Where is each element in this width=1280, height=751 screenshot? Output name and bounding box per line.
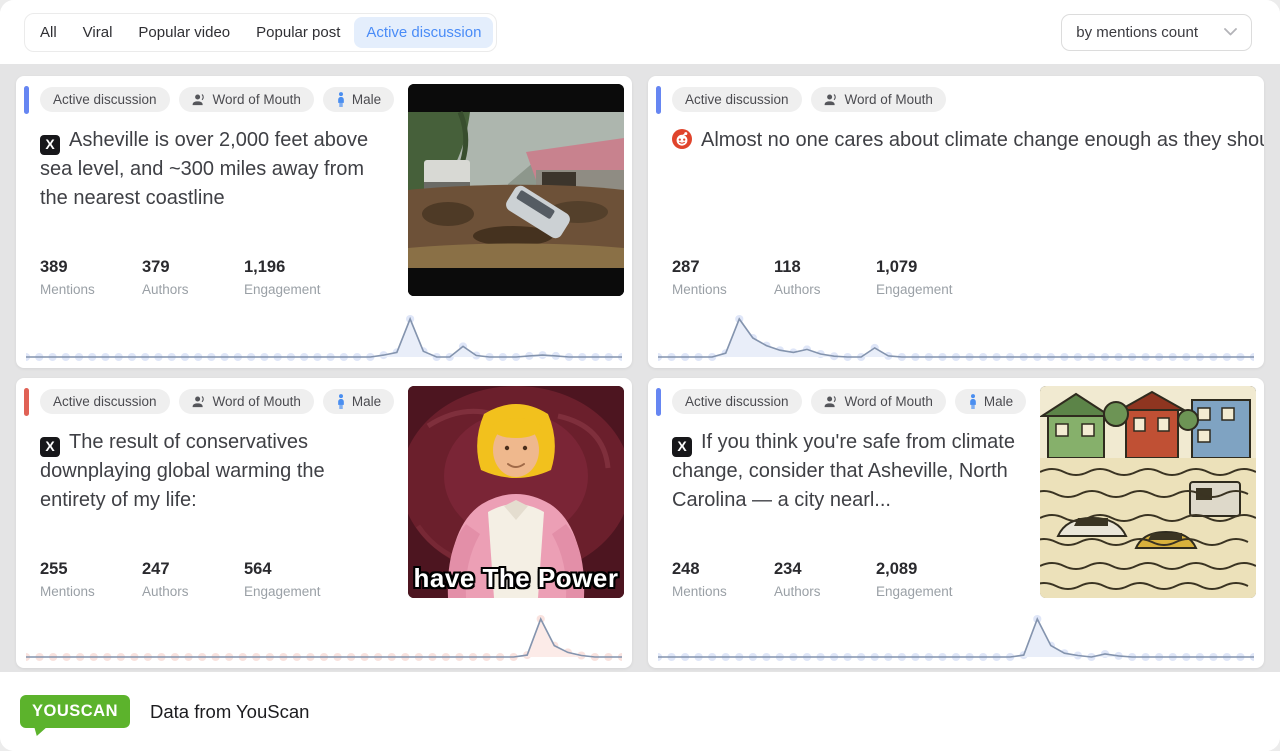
badge-row: Active discussion Word of Mouth Male [40, 389, 394, 414]
post-image-flood-photo[interactable] [408, 84, 624, 296]
badge-word-of-mouth: Word of Mouth [179, 389, 314, 414]
tab-viral[interactable]: Viral [71, 17, 125, 48]
tab-active-discussion[interactable]: Active discussion [354, 17, 493, 48]
badge-word-of-mouth: Word of Mouth [811, 389, 946, 414]
post-image-heman-meme[interactable]: have The Power [408, 386, 624, 598]
badge-row: Active discussion Word of Mouth Male [40, 87, 394, 112]
stat-mentions: 255Mentions [40, 560, 142, 599]
stat-engagement: 2,089Engagement [876, 560, 978, 599]
mentions-sparkline [26, 612, 622, 664]
male-icon [336, 394, 346, 409]
stat-authors: 118Authors [774, 258, 876, 297]
stats-row: 389Mentions 379Authors 1,196Engagement [40, 258, 346, 297]
sort-dropdown[interactable]: by mentions count [1061, 14, 1252, 51]
meme-caption: have The Power [408, 563, 624, 594]
stat-engagement: 564Engagement [244, 560, 346, 599]
post-title[interactable]: XThe result of conservatives downplaying… [40, 428, 392, 515]
voice-icon [824, 394, 839, 409]
stat-engagement: 1,079Engagement [876, 258, 978, 297]
voice-icon [192, 394, 207, 409]
mentions-sparkline [658, 612, 1254, 664]
voice-icon [192, 92, 207, 107]
stat-mentions: 389Mentions [40, 258, 142, 297]
stats-row: 255Mentions 247Authors 564Engagement [40, 560, 346, 599]
youscan-logo[interactable]: YOUSCAN [20, 695, 130, 728]
stat-authors: 234Authors [774, 560, 876, 599]
x-icon: X [672, 437, 692, 457]
accent-bar [24, 86, 29, 114]
post-card-3[interactable]: Active discussion Word of Mouth Male XTh… [16, 378, 632, 668]
tab-popular-post[interactable]: Popular post [244, 17, 352, 48]
stat-engagement: 1,196Engagement [244, 258, 346, 297]
male-icon [336, 92, 346, 107]
footer-bar: YOUSCAN Data from YouScan [0, 672, 1280, 751]
voice-icon [824, 92, 839, 107]
post-card-grid: Active discussion Word of Mouth Male XAs… [0, 64, 1280, 672]
post-card-4[interactable]: Active discussion Word of Mouth Male XIf… [648, 378, 1264, 668]
badge-male: Male [955, 389, 1026, 414]
x-icon: X [40, 135, 60, 155]
accent-bar [656, 388, 661, 416]
badge-active-discussion: Active discussion [672, 87, 802, 112]
male-icon [968, 394, 978, 409]
badge-row: Active discussion Word of Mouth Male [672, 389, 1026, 414]
footer-attribution: Data from YouScan [150, 701, 309, 723]
x-icon: X [40, 437, 60, 457]
header-bar: All Viral Popular video Popular post Act… [0, 0, 1280, 64]
mentions-sparkline [658, 312, 1254, 364]
badge-male: Male [323, 389, 394, 414]
post-card-2[interactable]: Active discussion Word of Mouth Almost n… [648, 76, 1264, 368]
stats-row: 287Mentions 118Authors 1,079Engagement [672, 258, 978, 297]
badge-active-discussion: Active discussion [40, 87, 170, 112]
dashboard-page: All Viral Popular video Popular post Act… [0, 0, 1280, 751]
stat-authors: 379Authors [142, 258, 244, 297]
badge-male: Male [323, 87, 394, 112]
filter-tabs: All Viral Popular video Popular post Act… [24, 13, 497, 52]
post-title[interactable]: XIf you think you're safe from climate c… [672, 428, 1024, 515]
tab-all[interactable]: All [28, 17, 69, 48]
stats-row: 248Mentions 234Authors 2,089Engagement [672, 560, 978, 599]
badge-word-of-mouth: Word of Mouth [179, 87, 314, 112]
badge-active-discussion: Active discussion [40, 389, 170, 414]
post-image-flood-comic[interactable] [1040, 386, 1256, 598]
post-title[interactable]: XAsheville is over 2,000 feet above sea … [40, 126, 392, 213]
post-card-1[interactable]: Active discussion Word of Mouth Male XAs… [16, 76, 632, 368]
reddit-icon [672, 129, 692, 149]
post-title[interactable]: Almost no one cares about climate change… [672, 126, 1264, 155]
stat-mentions: 287Mentions [672, 258, 774, 297]
stat-authors: 247Authors [142, 560, 244, 599]
badge-word-of-mouth: Word of Mouth [811, 87, 946, 112]
mentions-sparkline [26, 312, 622, 364]
accent-bar [24, 388, 29, 416]
badge-row: Active discussion Word of Mouth [672, 87, 946, 112]
badge-active-discussion: Active discussion [672, 389, 802, 414]
sort-dropdown-value: by mentions count [1076, 24, 1198, 41]
accent-bar [656, 86, 661, 114]
tab-popular-video[interactable]: Popular video [126, 17, 242, 48]
stat-mentions: 248Mentions [672, 560, 774, 599]
chevron-down-icon [1224, 28, 1237, 36]
